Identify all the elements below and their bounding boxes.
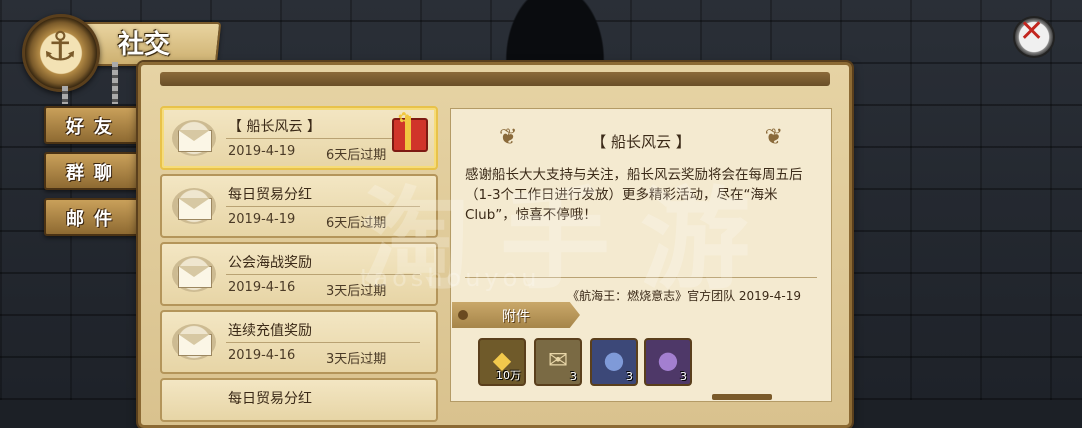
mail-date: 2019-4-16 (228, 280, 296, 295)
mail-expiry: 6天后过期 (326, 148, 387, 163)
tab-label: 好友 (66, 117, 122, 138)
item-count: 3 (570, 370, 577, 383)
mail-item[interactable]: 【 船长风云 】 2019-4-19 6天后过期 ✿ (160, 106, 438, 170)
detail-body: 感谢船长大大支持与关注，船长风云奖励将会在每周五后（1-3个工作日进行发放）更多… (465, 167, 803, 223)
tab-label: 邮件 (66, 209, 122, 230)
tab-mail[interactable]: 邮件 (44, 198, 144, 236)
envelope-icon (172, 120, 216, 156)
item-count: 10万 (496, 369, 521, 382)
mail-date: 2019-4-16 (228, 348, 296, 363)
panel-top-bar (160, 72, 830, 86)
mail-title: 每日贸易分红 (228, 391, 312, 407)
mail-date: 2019-4-19 (228, 144, 296, 159)
mail-expiry: 3天后过期 (326, 352, 387, 367)
mail-title: 公会海战奖励 (228, 255, 312, 271)
mail-title: 【 船长风云 】 (228, 119, 321, 135)
envelope-icon (172, 188, 216, 224)
tab-label: 群聊 (66, 163, 122, 184)
detail-signature: 《航海王：燃烧意志》官方团队 2019-4-19 (567, 289, 801, 303)
divider (465, 277, 817, 278)
pin-icon (458, 310, 468, 320)
item-count: 3 (626, 370, 633, 383)
reward-item[interactable]: ◆ 10万 (478, 338, 526, 386)
tab-group-chat[interactable]: 群聊 (44, 152, 144, 190)
reward-item[interactable]: ✉ 3 (534, 338, 582, 386)
close-icon[interactable]: ✕ (1019, 14, 1044, 49)
tab-friends[interactable]: 好友 (44, 106, 144, 144)
mail-item[interactable]: 每日贸易分红 (160, 378, 438, 422)
anchor-icon: ⚓ (42, 24, 78, 70)
page-title: 社交 (118, 30, 171, 60)
envelope-icon (172, 256, 216, 292)
envelope-icon (172, 324, 216, 360)
chain-decoration (112, 62, 118, 104)
mail-title: 每日贸易分红 (228, 187, 312, 203)
reward-item[interactable]: ● 3 (644, 338, 692, 386)
claim-button-edge[interactable] (712, 394, 772, 400)
item-count: 3 (680, 370, 687, 383)
attachment-label: 附件 (452, 302, 580, 328)
mail-expiry: 3天后过期 (326, 284, 387, 299)
mail-item[interactable]: 连续充值奖励 2019-4-16 3天后过期 (160, 310, 438, 374)
reward-item[interactable]: ● 3 (590, 338, 638, 386)
mail-date: 2019-4-19 (228, 212, 296, 227)
attachment-label-text: 附件 (502, 309, 530, 325)
mail-expiry: 6天后过期 (326, 216, 387, 231)
mail-title: 连续充值奖励 (228, 323, 312, 339)
ornament-icon: ❦ (764, 125, 783, 150)
mail-item[interactable]: 公会海战奖励 2019-4-16 3天后过期 (160, 242, 438, 306)
chain-decoration (62, 86, 68, 104)
mail-item[interactable]: 每日贸易分红 2019-4-19 6天后过期 (160, 174, 438, 238)
